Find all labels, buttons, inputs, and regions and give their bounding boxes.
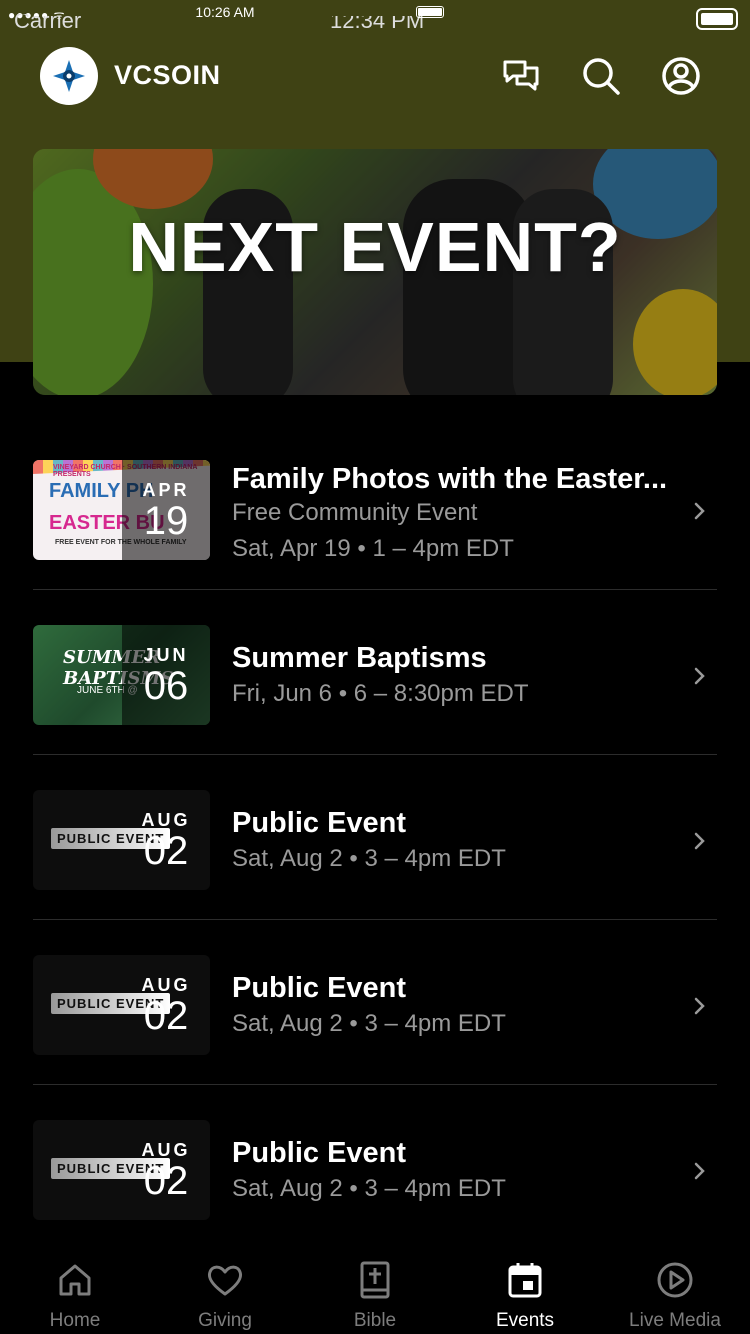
event-thumbnail: VINEYARD CHURCH · SOUTHERN INDIANA PRESE… [33, 460, 210, 560]
event-month: AUG [141, 975, 191, 995]
banner-title: NEXT EVENT? [128, 208, 622, 286]
event-day: 02 [143, 994, 189, 1038]
tab-label: Bible [353, 1310, 397, 1331]
account-icon[interactable] [661, 56, 701, 96]
event-time: Sat, Aug 2 • 3 – 4pm EDT [232, 1010, 506, 1037]
event-day: 02 [143, 829, 189, 873]
tab-giving[interactable]: Giving [150, 1240, 300, 1334]
heart-icon [207, 1265, 243, 1296]
event-date-badge: AUG 02 [122, 790, 210, 890]
chevron-right-icon [694, 997, 705, 1015]
event-date-badge: AUG 02 [122, 955, 210, 1055]
event-row[interactable]: VINEYARD CHURCH · SOUTHERN INDIANA PRESE… [33, 425, 717, 590]
event-subtitle: Free Community Event [232, 499, 478, 526]
event-day: 02 [143, 1159, 189, 1203]
tab-live-media[interactable]: Live Media [600, 1240, 750, 1334]
chevron-right-icon [694, 502, 705, 520]
status-bar: ●●●●● ᯤ Carrier 10:26 AM 12:34 PM [0, 0, 750, 40]
battery-icon [416, 6, 444, 18]
event-month: JUN [143, 645, 189, 665]
event-time: Fri, Jun 6 • 6 – 8:30pm EDT [232, 680, 529, 707]
status-time-overlap: 12:34 PM [330, 16, 424, 28]
event-title: Public Event [232, 1137, 407, 1169]
tab-label: Giving [198, 1310, 252, 1331]
battery-icon-large [696, 8, 738, 30]
tab-home[interactable]: Home [0, 1240, 150, 1334]
tab-label: Live Media [629, 1310, 721, 1331]
event-row[interactable]: PUBLIC EVENT AUG 02 Public Event Sat, Au… [33, 755, 717, 920]
event-month: AUG [141, 1140, 191, 1160]
event-date-badge: JUN 06 [122, 625, 210, 725]
event-title: Public Event [232, 972, 407, 1004]
event-date-badge: AUG 02 [122, 1120, 210, 1220]
event-thumbnail: SUMMER BAPTISMS JUNE 6TH @ JUN 06 [33, 625, 210, 725]
next-event-banner[interactable]: NEXT EVENT? [33, 149, 717, 395]
tab-label: Home [49, 1310, 101, 1331]
tab-label: Events [495, 1310, 555, 1331]
app-title: VCSOIN [114, 60, 221, 90]
event-row[interactable]: PUBLIC EVENT AUG 02 Public Event Sat, Au… [33, 1085, 717, 1250]
event-thumbnail: PUBLIC EVENT AUG 02 [33, 955, 210, 1055]
event-time: Sat, Aug 2 • 3 – 4pm EDT [232, 1175, 506, 1202]
chevron-right-icon [694, 832, 705, 850]
event-month: APR [142, 480, 190, 500]
compass-logo-icon [53, 60, 85, 92]
search-icon[interactable] [581, 56, 621, 96]
event-row[interactable]: SUMMER BAPTISMS JUNE 6TH @ JUN 06 Summer… [33, 590, 717, 755]
event-title: Public Event [232, 807, 407, 839]
tab-bible[interactable]: Bible [300, 1240, 450, 1334]
event-title: Summer Baptisms [232, 642, 487, 674]
event-month: AUG [141, 810, 191, 830]
chevron-right-icon [694, 1162, 705, 1180]
event-date-badge: APR 19 [122, 460, 210, 560]
tab-bar: Home Giving Bible Events Live Media [0, 1240, 750, 1334]
chat-icon[interactable] [501, 56, 541, 96]
event-day: 19 [143, 499, 189, 543]
event-row[interactable]: PUBLIC EVENT AUG 02 Public Event Sat, Au… [33, 920, 717, 1085]
chevron-right-icon [694, 667, 705, 685]
event-thumbnail: PUBLIC EVENT AUG 02 [33, 1120, 210, 1220]
event-day: 06 [143, 664, 189, 708]
bible-icon [360, 1261, 390, 1299]
church-logo[interactable] [40, 47, 98, 105]
event-time: Sat, Aug 2 • 3 – 4pm EDT [232, 845, 506, 872]
play-icon [657, 1262, 693, 1298]
calendar-icon [508, 1263, 542, 1298]
tab-events[interactable]: Events [450, 1240, 600, 1334]
home-icon [59, 1264, 91, 1296]
event-thumbnail: PUBLIC EVENT AUG 02 [33, 790, 210, 890]
event-time: Sat, Apr 19 • 1 – 4pm EDT [232, 535, 514, 562]
event-title: Family Photos with the Easter... [232, 463, 668, 495]
app-header: VCSOIN [0, 40, 750, 114]
